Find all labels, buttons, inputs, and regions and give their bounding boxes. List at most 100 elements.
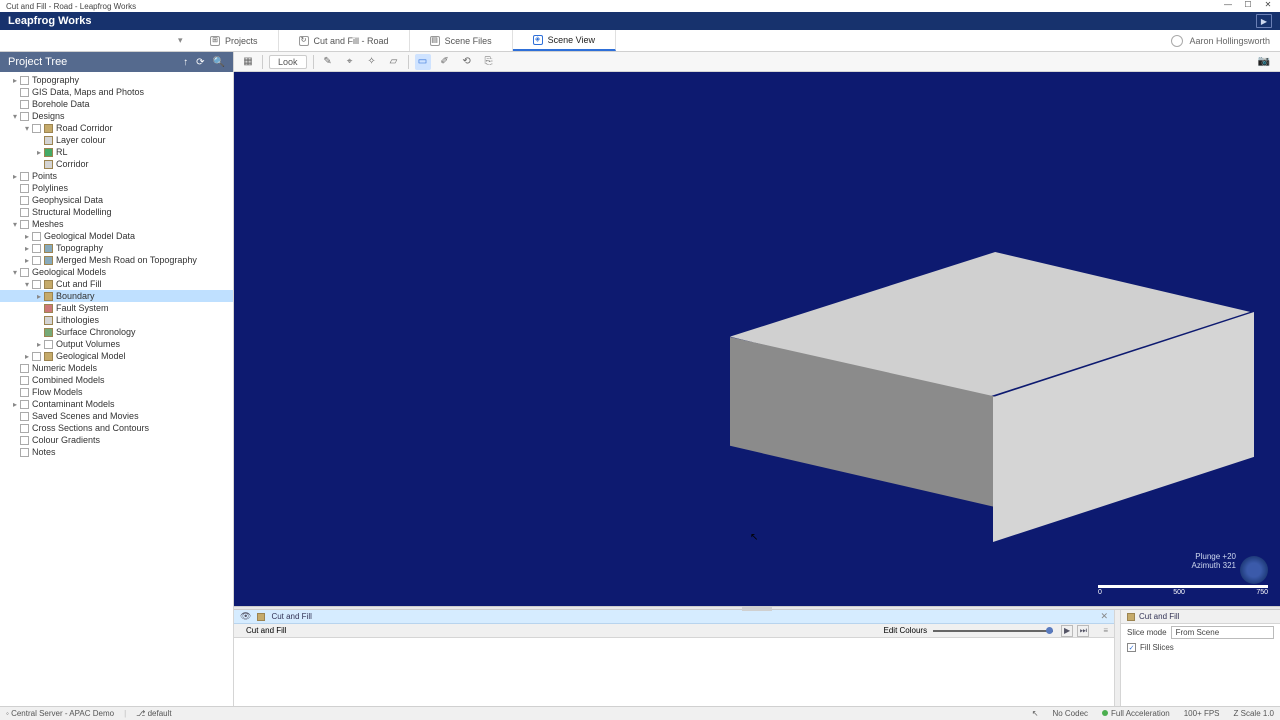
slice-mode-select[interactable]: From Scene bbox=[1171, 626, 1274, 639]
tab-scene-files[interactable]: ▤ Scene Files bbox=[410, 30, 513, 51]
fill-slices-checkbox[interactable]: ✓ bbox=[1127, 643, 1136, 652]
scene-object-controls: Cut and Fill Edit Colours ▶ ⏭ ≡ bbox=[234, 624, 1114, 638]
tool-ruler-icon[interactable]: ▭ bbox=[415, 54, 431, 70]
tree-notes[interactable]: Notes bbox=[0, 446, 233, 458]
tree-topography[interactable]: ▸Topography bbox=[0, 74, 233, 86]
tab-dropdown-icon[interactable]: ▾ bbox=[178, 35, 183, 46]
tool-rotate-icon[interactable]: ⟲ bbox=[459, 54, 475, 70]
model-box[interactable] bbox=[730, 252, 1254, 552]
branch-status[interactable]: ⎇ default bbox=[136, 709, 171, 718]
window-minimize[interactable]: — bbox=[1218, 0, 1238, 12]
props-title: Cut and Fill bbox=[1139, 612, 1179, 621]
tree-struct[interactable]: Structural Modelling bbox=[0, 206, 233, 218]
tree-combined[interactable]: Combined Models bbox=[0, 374, 233, 386]
step-icon[interactable]: ⏭ bbox=[1077, 625, 1089, 637]
tree-fault[interactable]: Fault System bbox=[0, 302, 233, 314]
tree-rl[interactable]: ▸RL bbox=[0, 146, 233, 158]
play-icon[interactable]: ▶ bbox=[1061, 625, 1073, 637]
refresh-tree-icon[interactable]: ⟳ bbox=[196, 57, 204, 68]
layer-icon bbox=[44, 160, 53, 169]
camera-icon[interactable]: 📷 bbox=[1256, 54, 1272, 70]
app-header: Leapfrog Works ▶ bbox=[0, 12, 1280, 30]
tool-draw-icon[interactable]: ⌖ bbox=[342, 54, 358, 70]
window-close[interactable]: ✕ bbox=[1258, 0, 1278, 12]
compass-icon[interactable] bbox=[1240, 556, 1268, 584]
fps-status: 100+ FPS bbox=[1184, 709, 1220, 718]
tab-label: Scene Files bbox=[445, 36, 492, 46]
menu-icon[interactable]: ≡ bbox=[1103, 626, 1108, 635]
tree-boundary[interactable]: ▸Boundary bbox=[0, 290, 233, 302]
3d-viewport[interactable]: Elev (Z) ↖ Plunge +20 Azimuth 321 0 500 … bbox=[234, 72, 1280, 606]
opacity-slider[interactable] bbox=[933, 630, 1053, 632]
tree-designs[interactable]: ▾Designs bbox=[0, 110, 233, 122]
server-status[interactable]: ◦ Central Server - APAC Demo bbox=[6, 709, 114, 718]
tree-cut-fill[interactable]: ▾Cut and Fill bbox=[0, 278, 233, 290]
look-dropdown[interactable]: Look bbox=[269, 55, 307, 69]
zscale-status[interactable]: Z Scale 1.0 bbox=[1234, 709, 1274, 718]
tree-saved[interactable]: Saved Scenes and Movies bbox=[0, 410, 233, 422]
fill-slices-label: Fill Slices bbox=[1140, 643, 1174, 652]
tree-flow[interactable]: Flow Models bbox=[0, 386, 233, 398]
tool-plane-icon[interactable]: ▱ bbox=[386, 54, 402, 70]
sidebar-header: Project Tree ↑ ⟳ 🔍 bbox=[0, 52, 233, 72]
litho-icon bbox=[44, 316, 53, 325]
tree-litho[interactable]: Lithologies bbox=[0, 314, 233, 326]
tree-mesh-topo[interactable]: ▸Topography bbox=[0, 242, 233, 254]
tool-select-icon[interactable]: ✎ bbox=[320, 54, 336, 70]
tree-geophys[interactable]: Geophysical Data bbox=[0, 194, 233, 206]
object-name: Cut and Fill bbox=[271, 612, 311, 621]
chrono-icon bbox=[44, 328, 53, 337]
tree-cross[interactable]: Cross Sections and Contours bbox=[0, 422, 233, 434]
tree-layer-colour[interactable]: Layer colour bbox=[0, 134, 233, 146]
cube-icon bbox=[1127, 613, 1135, 621]
tab-label: Cut and Fill - Road bbox=[314, 36, 389, 46]
tree-chrono[interactable]: Surface Chronology bbox=[0, 326, 233, 338]
avatar-icon bbox=[1171, 35, 1183, 47]
edit-colours-button[interactable]: Edit Colours bbox=[884, 626, 928, 635]
remove-icon[interactable]: ✕ bbox=[1100, 611, 1108, 622]
tree-numeric[interactable]: Numeric Models bbox=[0, 362, 233, 374]
tree-meshes[interactable]: ▾Meshes bbox=[0, 218, 233, 230]
tree-geo-model2[interactable]: ▸Geological Model bbox=[0, 350, 233, 362]
status-bar: ◦ Central Server - APAC Demo | ⎇ default… bbox=[0, 706, 1280, 720]
tab-scene-view[interactable]: ◈ Scene View bbox=[513, 30, 616, 51]
cube-icon bbox=[257, 613, 265, 621]
scene-objects-panel: 👁 Cut and Fill ✕ Cut and Fill Edit Colou… bbox=[234, 610, 1114, 706]
horizontal-splitter[interactable] bbox=[234, 606, 1280, 610]
scene-object-row[interactable]: 👁 Cut and Fill ✕ bbox=[234, 610, 1114, 624]
tree-borehole[interactable]: Borehole Data bbox=[0, 98, 233, 110]
pointer-mode-icon[interactable]: ↖ bbox=[1032, 709, 1039, 718]
tree-points[interactable]: ▸Points bbox=[0, 170, 233, 182]
play-icon[interactable]: ▶ bbox=[1256, 14, 1272, 28]
tree-contam[interactable]: ▸Contaminant Models bbox=[0, 398, 233, 410]
user-menu[interactable]: Aaron Hollingsworth bbox=[1161, 30, 1280, 51]
slice-mode-label: Slice mode bbox=[1127, 628, 1167, 637]
model-icon bbox=[44, 352, 53, 361]
codec-status: No Codec bbox=[1052, 709, 1088, 718]
tree-colour-grad[interactable]: Colour Gradients bbox=[0, 434, 233, 446]
bounds-icon[interactable]: ▦ bbox=[240, 54, 256, 70]
project-tree[interactable]: ▸Topography GIS Data, Maps and Photos Bo… bbox=[0, 72, 233, 706]
tree-geo-model-data[interactable]: ▸Geological Model Data bbox=[0, 230, 233, 242]
tab-label: Projects bbox=[225, 36, 258, 46]
tool-move-icon[interactable]: ✧ bbox=[364, 54, 380, 70]
mesh-icon bbox=[44, 244, 53, 253]
os-titlebar: Cut and Fill - Road - Leapfrog Works — ☐… bbox=[0, 0, 1280, 12]
tree-road-corridor[interactable]: ▾Road Corridor bbox=[0, 122, 233, 134]
projects-icon: ⊞ bbox=[210, 36, 220, 46]
tool-tag-icon[interactable]: ⎘ bbox=[481, 54, 497, 70]
tree-corridor[interactable]: Corridor bbox=[0, 158, 233, 170]
collapse-icon[interactable]: ↑ bbox=[183, 57, 188, 68]
tree-gis[interactable]: GIS Data, Maps and Photos bbox=[0, 86, 233, 98]
window-maximize[interactable]: ☐ bbox=[1238, 0, 1258, 12]
tool-edit-icon[interactable]: ✐ bbox=[437, 54, 453, 70]
search-icon[interactable]: 🔍 bbox=[213, 57, 225, 68]
tree-geo-models[interactable]: ▾Geological Models bbox=[0, 266, 233, 278]
visibility-icon[interactable]: 👁 bbox=[240, 611, 251, 622]
tree-merged[interactable]: ▸Merged Mesh Road on Topography bbox=[0, 254, 233, 266]
tree-outvol[interactable]: ▸Output Volumes bbox=[0, 338, 233, 350]
tab-document[interactable]: ↻ Cut and Fill - Road bbox=[279, 30, 410, 51]
folder-icon bbox=[44, 124, 53, 133]
tab-projects[interactable]: ⊞ Projects bbox=[190, 30, 279, 51]
tree-polylines[interactable]: Polylines bbox=[0, 182, 233, 194]
